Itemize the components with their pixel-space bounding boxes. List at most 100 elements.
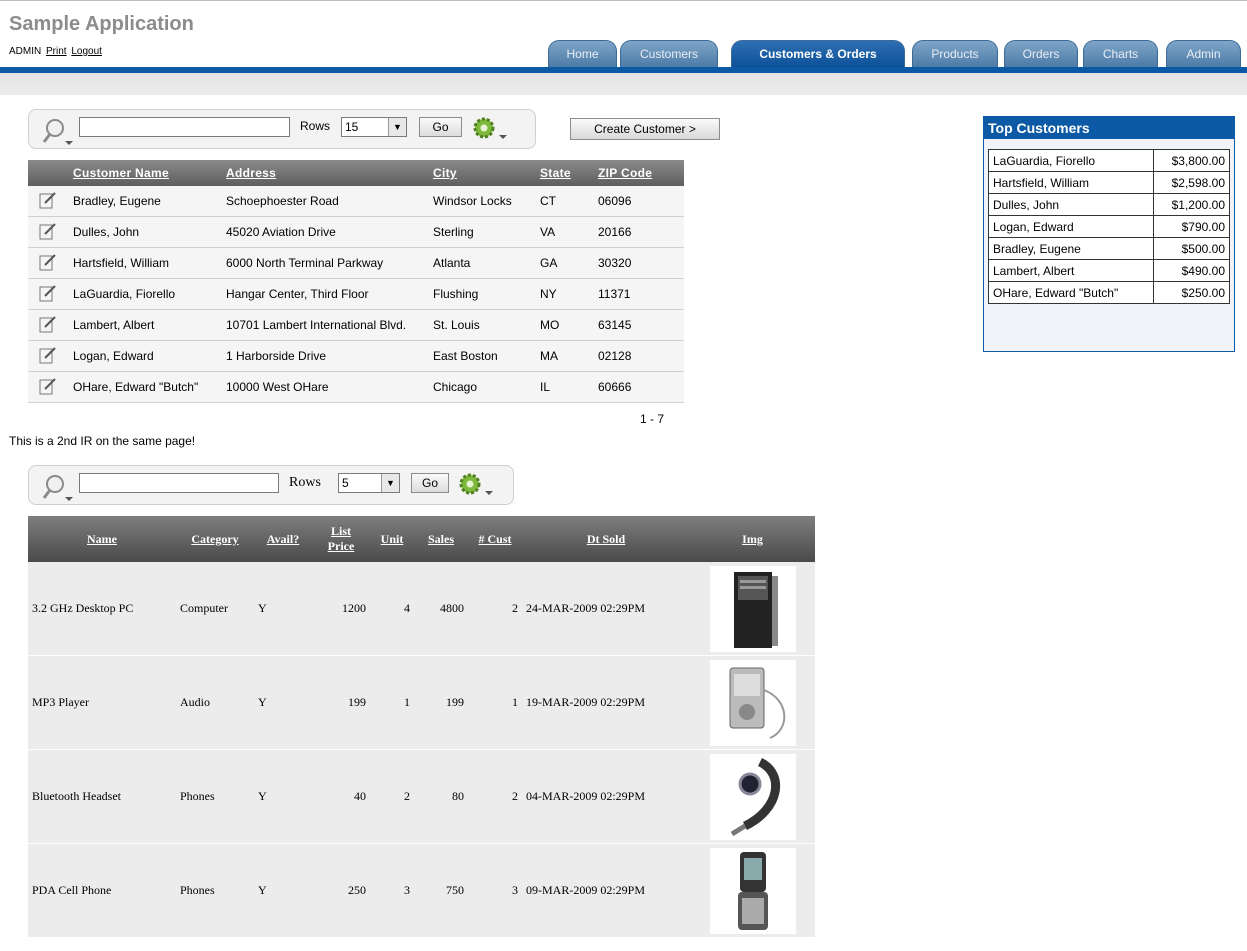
customer-name-cell: Lambert, Albert <box>68 309 221 341</box>
customers-table: Customer Name Address City State ZIP Cod… <box>28 160 684 403</box>
col-unit[interactable]: Unit <box>370 516 414 562</box>
tab-orders[interactable]: Orders <box>1004 40 1078 67</box>
zip-cell: 06096 <box>593 186 684 217</box>
table-row: Dulles, John $1,200.00 <box>988 193 1231 216</box>
unit-cell: 3 <box>370 843 414 938</box>
top-customer-amount: $790.00 <box>1152 215 1231 238</box>
table-row: 3.2 GHz Desktop PC Computer Y 1200 4 4800 2 24-… <box>28 562 815 656</box>
table-row: PDA Cell Phone Phones Y 250 3 750 3 09-MAR-2009… <box>28 843 815 938</box>
product-name-cell: PDA Cell Phone <box>28 843 176 938</box>
second-ir-note: This is a 2nd IR on the same page! <box>9 434 196 448</box>
customer-name-cell: OHare, Edward "Butch" <box>68 371 221 403</box>
edit-pencil-icon[interactable] <box>39 377 57 395</box>
go-button[interactable]: Go <box>411 473 449 493</box>
col-category[interactable]: Category <box>176 516 254 562</box>
search-icon[interactable] <box>41 117 75 147</box>
city-cell: East Boston <box>428 340 535 372</box>
address-cell: Schoephoester Road <box>221 186 428 217</box>
edit-pencil-icon[interactable] <box>39 191 57 209</box>
edit-cell[interactable] <box>28 371 68 403</box>
date-sold-cell: 24-MAR-2009 02:29PM <box>522 562 690 656</box>
tab-products[interactable]: Products <box>912 40 998 67</box>
col-state[interactable]: State <box>535 160 593 186</box>
tab-admin[interactable]: Admin <box>1166 40 1241 67</box>
list-price-cell: 250 <box>312 843 370 938</box>
edit-cell[interactable] <box>28 309 68 341</box>
app-header: Sample Application ADMIN Print Logout Ho… <box>0 0 1247 95</box>
edit-pencil-icon[interactable] <box>39 253 57 271</box>
rows-select[interactable]: 5 ▼ <box>338 473 400 493</box>
customers-search-toolbar: Rows 15 ▼ Go <box>28 109 536 149</box>
state-cell: CT <box>535 186 593 217</box>
rows-select-value: 15 <box>345 120 359 134</box>
top-customers-table: LaGuardia, Fiorello $3,800.00 Hartsfield, … <box>988 149 1231 304</box>
edit-pencil-icon[interactable] <box>39 222 57 240</box>
col-name[interactable]: Name <box>28 516 176 562</box>
customer-name-cell: LaGuardia, Fiorello <box>68 278 221 310</box>
desktop-pc-image <box>709 565 796 652</box>
top-customer-name: Dulles, John <box>988 193 1154 216</box>
edit-cell[interactable] <box>28 247 68 279</box>
col-cust[interactable]: # Cust <box>468 516 522 562</box>
zip-cell: 20166 <box>593 216 684 248</box>
unit-cell: 2 <box>370 749 414 844</box>
customer-name-cell: Logan, Edward <box>68 340 221 372</box>
create-customer-button[interactable]: Create Customer > <box>570 118 720 140</box>
address-cell: 1 Harborside Drive <box>221 340 428 372</box>
edit-cell[interactable] <box>28 278 68 310</box>
col-img[interactable]: Img <box>690 516 815 562</box>
col-dt-sold[interactable]: Dt Sold <box>522 516 690 562</box>
tab-customers[interactable]: Customers <box>620 40 718 67</box>
customer-name-cell: Dulles, John <box>68 216 221 248</box>
product-image-cell <box>690 843 815 938</box>
header-grey-bar <box>0 73 1247 95</box>
date-sold-cell: 04-MAR-2009 02:29PM <box>522 749 690 844</box>
edit-cell[interactable] <box>28 216 68 248</box>
city-cell: Atlanta <box>428 247 535 279</box>
col-avail[interactable]: Avail? <box>254 516 312 562</box>
col-customer-name[interactable]: Customer Name <box>68 160 221 186</box>
sales-cell: 750 <box>414 843 468 938</box>
col-address[interactable]: Address <box>221 160 428 186</box>
tab-charts[interactable]: Charts <box>1083 40 1158 67</box>
customers-search-input[interactable] <box>79 117 290 137</box>
rows-select[interactable]: 15 ▼ <box>341 117 407 137</box>
col-list-price[interactable]: List Price <box>312 516 370 562</box>
city-cell: St. Louis <box>428 309 535 341</box>
edit-pencil-icon[interactable] <box>39 284 57 302</box>
gear-icon[interactable] <box>457 471 497 499</box>
edit-column-header <box>28 160 68 186</box>
products-table: Name Category Avail? List Price Unit Sale… <box>28 516 815 938</box>
col-sales[interactable]: Sales <box>414 516 468 562</box>
top-customer-amount: $2,598.00 <box>1152 171 1231 194</box>
edit-cell[interactable] <box>28 186 68 217</box>
edit-pencil-icon[interactable] <box>39 315 57 333</box>
city-cell: Sterling <box>428 216 535 248</box>
rows-select-value: 5 <box>342 476 349 490</box>
city-cell: Chicago <box>428 371 535 403</box>
sales-cell: 4800 <box>414 562 468 656</box>
edit-cell[interactable] <box>28 340 68 372</box>
col-zip-code[interactable]: ZIP Code <box>593 160 684 186</box>
products-search-input[interactable] <box>79 473 279 493</box>
cust-count-cell: 1 <box>468 655 522 750</box>
tab-home[interactable]: Home <box>548 40 617 67</box>
zip-cell: 02128 <box>593 340 684 372</box>
edit-pencil-icon[interactable] <box>39 346 57 364</box>
col-city[interactable]: City <box>428 160 535 186</box>
gear-icon[interactable] <box>471 115 511 143</box>
go-button[interactable]: Go <box>419 117 462 137</box>
table-row: Dulles, John 45020 Aviation Drive Sterling… <box>28 216 684 248</box>
state-cell: IL <box>535 371 593 403</box>
search-icon[interactable] <box>41 473 75 503</box>
avail-cell: Y <box>254 655 312 750</box>
product-image-cell <box>690 655 815 750</box>
headset-image <box>709 753 796 840</box>
tab-customers-orders[interactable]: Customers & Orders <box>731 40 905 68</box>
top-customer-amount: $3,800.00 <box>1152 149 1231 172</box>
table-row: LaGuardia, Fiorello $3,800.00 <box>988 149 1231 172</box>
top-customer-amount: $490.00 <box>1152 259 1231 282</box>
city-cell: Flushing <box>428 278 535 310</box>
products-search-toolbar: Rows 5 ▼ Go <box>28 465 514 505</box>
customer-name-cell: Hartsfield, William <box>68 247 221 279</box>
